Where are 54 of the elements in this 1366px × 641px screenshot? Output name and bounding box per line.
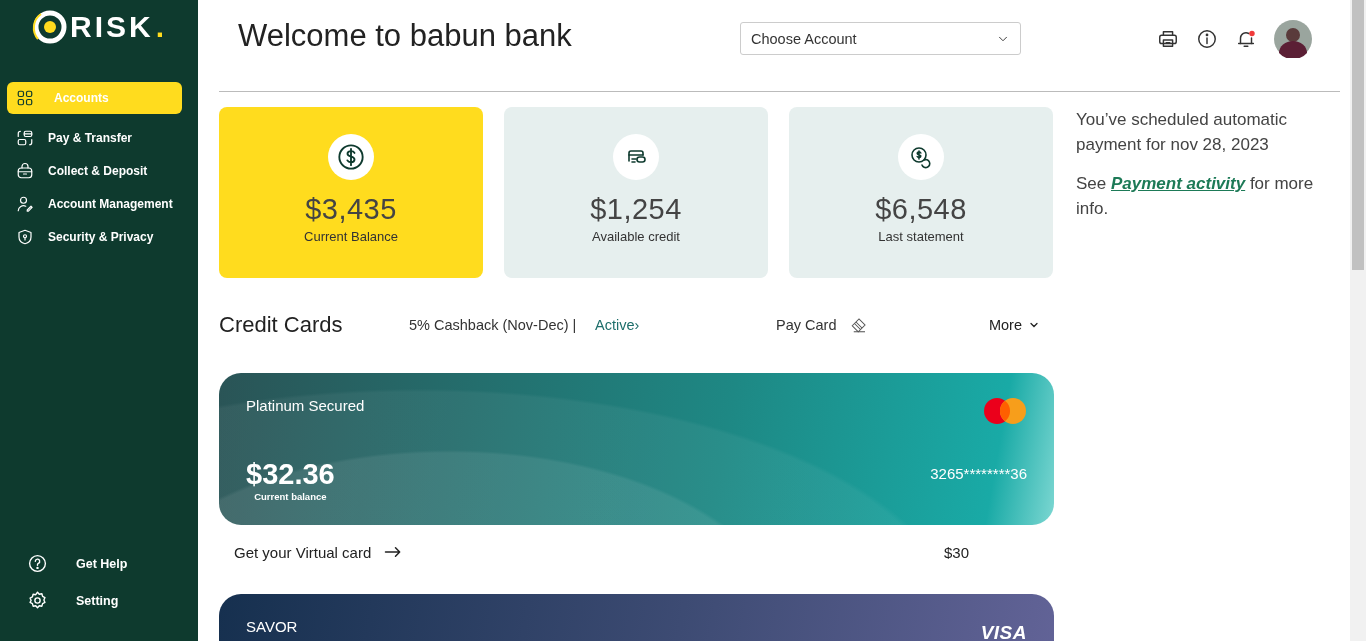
nav-item[interactable]: Security & Privacy	[7, 220, 182, 253]
amount-label: Last statement	[878, 229, 964, 244]
shield-icon	[16, 227, 34, 246]
logo-text: RISK	[70, 10, 154, 44]
nav-item[interactable]: Pay & Transfer	[7, 121, 182, 154]
credit-card[interactable]: Platinum Secured $32.36 Current balance 3265********36	[219, 373, 1054, 525]
visa-logo: VISA	[980, 622, 1027, 641]
virtual-card-link[interactable]: Get your Virtual card	[234, 542, 404, 562]
logo-icon	[32, 9, 68, 45]
balance-label: Current balance	[254, 491, 327, 502]
nav-item[interactable]: Collect & Deposit	[7, 154, 182, 187]
scrollbar[interactable]	[1350, 0, 1366, 641]
amount-text: $30	[943, 543, 969, 561]
card-balance: $32.36	[246, 459, 335, 489]
summary-card[interactable]: $6,548 Last statement	[789, 107, 1053, 278]
summary-card[interactable]: $1,254 Available credit	[504, 107, 768, 278]
bag-icon	[16, 161, 34, 180]
coins-icon	[909, 145, 933, 169]
logo-dot: .	[155, 10, 165, 44]
transfer-icon	[16, 128, 34, 147]
section-title: Credit Cards	[219, 312, 344, 338]
payment-notice: You’ve scheduled automatic payment for nov 28, 2023	[1076, 109, 1289, 156]
amount-label: Available credit	[592, 229, 680, 244]
amount-text: $1,254	[590, 193, 682, 226]
amount-text: $3,435	[305, 193, 397, 226]
summary-card[interactable]: $3,435 Current Balance	[219, 107, 483, 278]
card-name: SAVOR	[246, 618, 298, 635]
promo-text: 5% Cashback (Nov-Dec) |	[409, 317, 578, 333]
bell-icon[interactable]	[1235, 28, 1257, 50]
grid-icon	[16, 89, 34, 107]
print-icon[interactable]	[1157, 28, 1179, 50]
more-button[interactable]: More	[988, 317, 1040, 333]
nav-item[interactable]: Get Help	[7, 545, 182, 582]
nav-item[interactable]: Account Management	[7, 187, 182, 220]
page-title: Welcome to babun bank	[238, 17, 573, 54]
avatar[interactable]	[1274, 20, 1312, 58]
credit-card[interactable]: SAVOR VISA	[219, 594, 1054, 641]
status-link[interactable]: Active›	[595, 317, 776, 333]
card-name: Platinum Secured	[246, 397, 365, 414]
info-icon[interactable]	[1196, 28, 1218, 50]
amount-text: $6,548	[875, 193, 967, 226]
settings-icon	[27, 590, 48, 611]
user-edit-icon	[16, 194, 34, 213]
payment-activity-link[interactable]: Payment activity	[1111, 174, 1246, 193]
info-text: See Payment activity for more info.	[1076, 173, 1315, 220]
nav-item[interactable]: Setting	[7, 582, 182, 619]
card-number: 3265********36	[930, 465, 1027, 482]
account-dropdown[interactable]: Choose Account	[740, 22, 1021, 55]
pay-card-button[interactable]: Pay Card	[776, 316, 869, 334]
dollar-coin-icon	[337, 143, 365, 171]
amount-label: Current Balance	[304, 229, 398, 244]
scrollbar-thumb[interactable]	[1352, 0, 1364, 270]
mastercard-logo-icon	[983, 397, 1027, 425]
help-icon	[27, 553, 48, 574]
